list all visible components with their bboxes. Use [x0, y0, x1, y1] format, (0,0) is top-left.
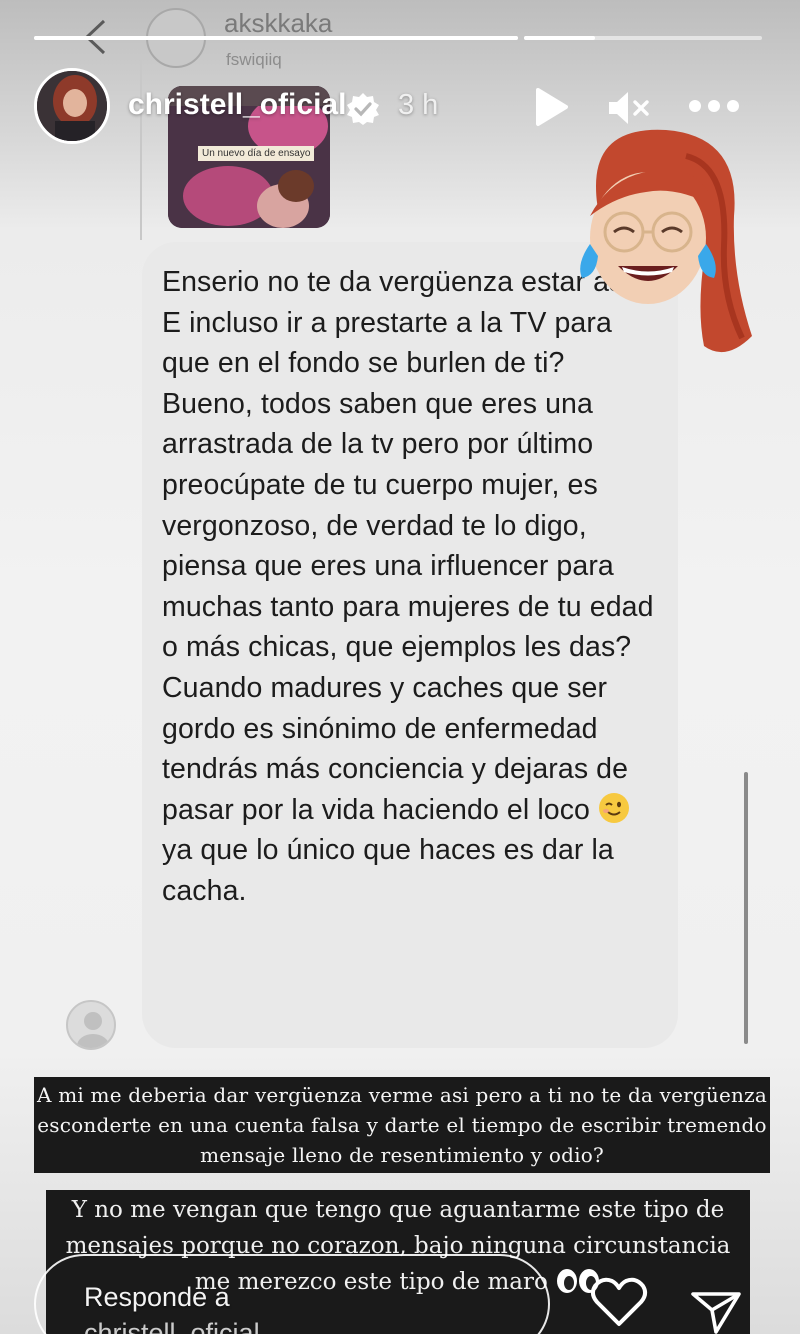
send-icon[interactable] — [690, 1290, 742, 1334]
scrollbar — [744, 772, 748, 1044]
story-viewer[interactable]: akskkaka fswiqiiq Un nuevo día de ensayo… — [0, 0, 800, 1334]
story-author-avatar[interactable] — [34, 68, 110, 144]
dm-message-text-part2: ya que lo único que haces es dar la cach… — [162, 834, 614, 907]
reel-caption: Un nuevo día de ensayo — [198, 146, 315, 161]
story-progress-1 — [34, 36, 518, 40]
heart-icon[interactable] — [590, 1276, 648, 1328]
story-progress-2-fill — [524, 36, 596, 40]
speaker-muted-icon[interactable] — [606, 88, 652, 128]
crying-laughing-memoji-sticker — [580, 129, 752, 353]
story-timestamp: 3 h — [398, 89, 439, 121]
story-text-overlay-1: A mi me deberia dar vergüenza verme asi … — [34, 1077, 770, 1173]
story-progress-1-fill — [34, 36, 518, 40]
dm-contact-username: akskkaka — [224, 8, 333, 38]
winking-face-icon — [599, 792, 630, 823]
avatar-photo — [37, 71, 107, 141]
reply-placeholder-username: christell_oficial — [84, 1318, 260, 1334]
sender-avatar — [66, 1000, 116, 1050]
play-icon[interactable] — [530, 86, 570, 128]
more-dots-icon[interactable] — [688, 96, 740, 116]
story-progress-2 — [524, 36, 762, 40]
reply-quote-line — [140, 60, 142, 240]
reply-placeholder: Responde a — [84, 1282, 230, 1312]
verified-badge-icon — [347, 93, 379, 125]
story-author-username[interactable]: christell_oficial — [128, 88, 346, 122]
dm-contact-subname: fswiqiiq — [226, 50, 282, 69]
default-avatar-icon — [77, 1012, 109, 1048]
